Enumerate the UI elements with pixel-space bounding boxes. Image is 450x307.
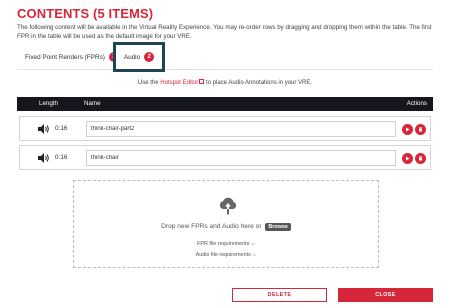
tab-bar: Fixed Point Renders (FPRs) 3 Audio 2 bbox=[17, 42, 433, 72]
table-row[interactable]: 0:16 bbox=[19, 145, 431, 170]
hotspot-hint: Use the Hotspot Editor to place Audio An… bbox=[0, 79, 450, 86]
hotspot-editor-link[interactable]: Hotspot Editor bbox=[160, 80, 198, 86]
tab-fprs-label: Fixed Point Renders (FPRs) bbox=[25, 53, 105, 61]
browse-button[interactable]: Browse bbox=[265, 223, 291, 231]
table-row[interactable]: 0:16 bbox=[19, 116, 431, 141]
trash-icon bbox=[418, 127, 423, 132]
delete-row-button[interactable] bbox=[415, 153, 426, 164]
play-button[interactable] bbox=[402, 124, 413, 135]
speaker-icon bbox=[38, 124, 49, 134]
play-icon bbox=[406, 127, 410, 132]
page-title: CONTENTS (5 ITEMS) bbox=[17, 6, 154, 21]
audio-name-field[interactable] bbox=[86, 150, 396, 166]
fpr-requirements-toggle[interactable]: FPR file requirements ⌵ bbox=[74, 241, 378, 248]
hint-prefix: Use the bbox=[137, 80, 161, 86]
delete-button[interactable]: DELETE bbox=[232, 288, 327, 302]
dropzone-text: Drop new FPRs and Audio here or Browse bbox=[74, 223, 378, 231]
audio-requirements-toggle[interactable]: Audio file requirements ⌵ bbox=[74, 252, 378, 259]
trash-icon bbox=[418, 156, 423, 161]
intro-text: The following content will be available … bbox=[17, 24, 432, 40]
play-icon bbox=[406, 156, 410, 161]
audio-length: 0:16 bbox=[55, 125, 68, 132]
delete-row-button[interactable] bbox=[415, 124, 426, 135]
speaker-icon bbox=[38, 153, 49, 163]
tab-audio-label: Audio bbox=[123, 53, 141, 61]
tab-audio[interactable]: Audio 2 bbox=[113, 42, 165, 72]
dropzone-label: Drop new FPRs and Audio here or bbox=[161, 223, 262, 230]
cloud-upload-icon bbox=[219, 197, 237, 215]
tab-audio-count-badge: 2 bbox=[144, 52, 155, 62]
column-header-name: Name bbox=[84, 100, 101, 107]
play-button[interactable] bbox=[402, 153, 413, 164]
hint-suffix: to place Audio Annotations in your VRE. bbox=[204, 80, 313, 86]
audio-name-field[interactable] bbox=[86, 121, 396, 137]
tab-fprs[interactable]: Fixed Point Renders (FPRs) 3 bbox=[25, 44, 119, 70]
table-header: Length Name Actions bbox=[17, 97, 433, 111]
close-button[interactable]: CLOSE bbox=[338, 288, 433, 302]
audio-length: 0:16 bbox=[55, 154, 68, 161]
column-header-actions: Actions bbox=[406, 100, 427, 107]
file-dropzone[interactable]: Drop new FPRs and Audio here or Browse F… bbox=[73, 180, 379, 268]
column-header-length: Length bbox=[39, 100, 58, 107]
